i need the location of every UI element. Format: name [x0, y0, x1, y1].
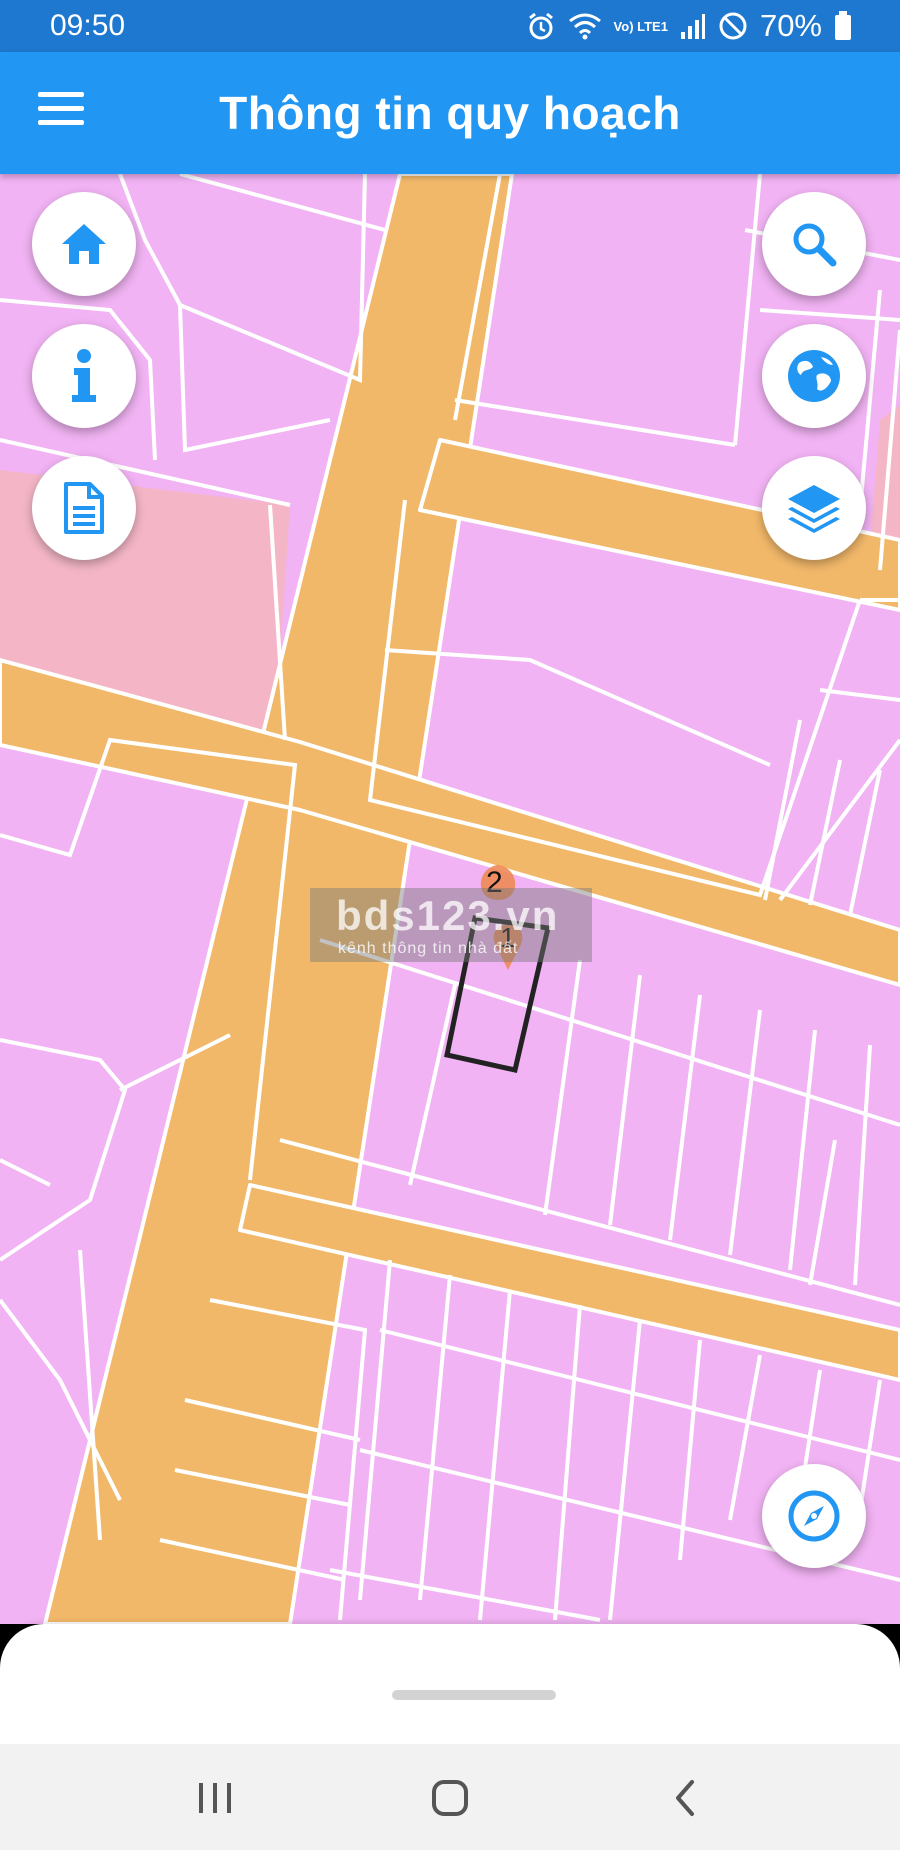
globe-button[interactable]: [762, 324, 866, 428]
compass-icon: [788, 1490, 840, 1542]
battery-icon: [834, 11, 852, 41]
info-button[interactable]: [32, 324, 136, 428]
globe-icon: [788, 350, 840, 402]
info-icon: [72, 349, 96, 402]
recent-apps-icon[interactable]: [180, 1770, 250, 1826]
status-time: 09:50: [50, 9, 126, 42]
search-button[interactable]: [762, 192, 866, 296]
volte-icon: Vo) LTE1: [613, 18, 668, 34]
app-bar: Thông tin quy hoạch: [0, 52, 900, 174]
search-icon: [793, 223, 837, 267]
layers-button[interactable]: [762, 456, 866, 560]
home-nav-icon[interactable]: [415, 1770, 485, 1826]
page-title: Thông tin quy hoạch: [219, 87, 681, 139]
planning-map[interactable]: 2 1 bds123.vn kênh thông tin nhà đất: [0, 174, 900, 1624]
drag-handle[interactable]: [392, 1690, 556, 1700]
watermark-tagline: kênh thông tin nhà đất: [338, 940, 519, 957]
layers-icon: [788, 485, 840, 533]
wifi-icon: [568, 11, 602, 41]
system-nav-bar: [0, 1744, 900, 1850]
battery-percent: 70%: [759, 8, 822, 43]
status-bar: 09:50 Vo) LTE1 70%: [0, 0, 900, 52]
home-button[interactable]: [32, 192, 136, 296]
signal-icon: [680, 12, 706, 40]
status-icons: Vo) LTE1 70%: [526, 8, 852, 44]
do-not-disturb-icon: [718, 11, 748, 41]
alarm-icon: [526, 11, 556, 41]
home-icon: [62, 224, 106, 264]
compass-button[interactable]: [762, 1464, 866, 1568]
watermark-name: bds123.vn: [336, 892, 560, 939]
document-button[interactable]: [32, 456, 136, 560]
watermark: bds123.vn kênh thông tin nhà đất: [310, 888, 592, 962]
document-icon: [64, 482, 104, 534]
back-icon[interactable]: [650, 1770, 720, 1826]
bottom-sheet[interactable]: [0, 1624, 900, 1744]
